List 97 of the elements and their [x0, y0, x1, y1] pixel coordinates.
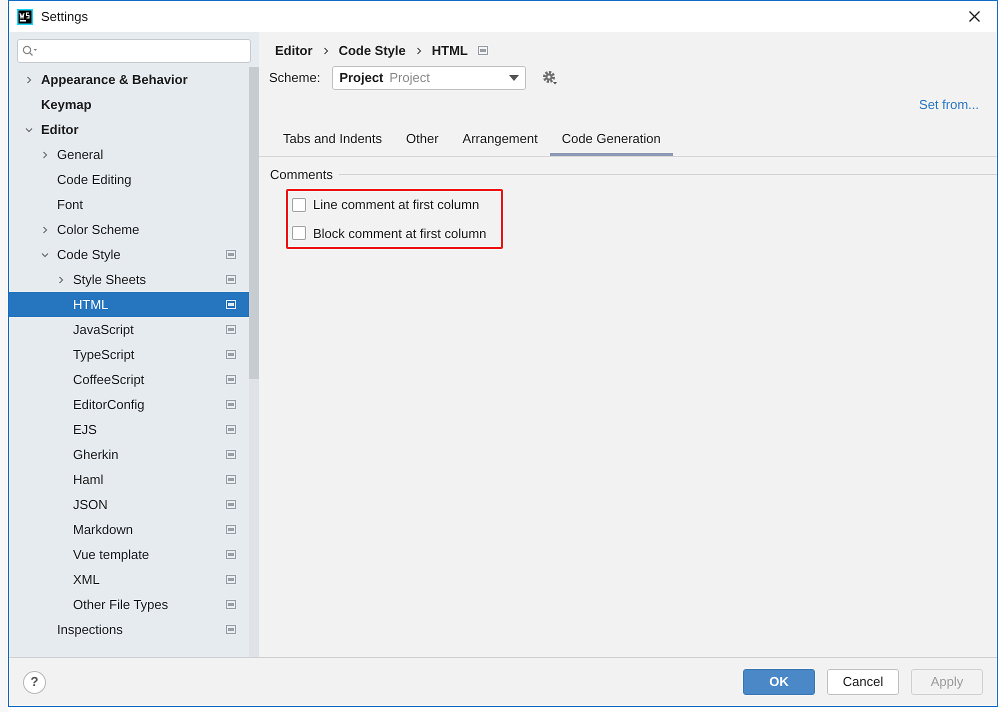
tree-item-label: Markdown: [73, 520, 134, 539]
breadcrumb-item: HTML: [432, 42, 468, 60]
search-icon: [22, 45, 38, 57]
checkbox-label: Line comment at first column: [313, 196, 480, 214]
checkbox-label: Block comment at first column: [313, 224, 486, 242]
help-button[interactable]: ?: [23, 670, 46, 694]
tree-item-label: General: [57, 146, 104, 164]
tree-item[interactable]: General: [9, 142, 249, 167]
chevron-right-icon: [322, 46, 329, 54]
caret-down-icon: [509, 75, 520, 81]
scrollbar[interactable]: [249, 67, 259, 657]
section-title: Comments: [270, 166, 333, 184]
ok-button[interactable]: OK: [743, 669, 815, 695]
tree-item-label: EJS: [73, 420, 98, 439]
copy-icon: [226, 425, 236, 434]
tree-item[interactable]: TypeScript: [9, 342, 249, 367]
tree-item[interactable]: EJS: [9, 417, 249, 442]
tree-item-label: Appearance & Behavior: [41, 70, 189, 89]
tree-item[interactable]: Appearance & Behavior: [9, 67, 249, 92]
tree-item-label: Style Sheets: [73, 270, 147, 289]
chevron-right-icon[interactable]: [41, 150, 49, 158]
close-icon: [968, 11, 980, 22]
tab[interactable]: Tabs and Indents: [271, 124, 394, 156]
copy-icon: [226, 300, 236, 309]
tree-item[interactable]: Other File Types: [9, 592, 249, 617]
set-from-link[interactable]: Set from...: [919, 95, 979, 114]
tree-item-label: XML: [73, 570, 101, 589]
tree-item[interactable]: Style Sheets: [9, 267, 249, 292]
tree-item[interactable]: Inspections: [9, 617, 249, 642]
copy-icon: [226, 325, 236, 334]
dialog-button[interactable]: Cancel: [827, 669, 899, 695]
copy-icon: [226, 575, 236, 584]
tree-item[interactable]: Vue template: [9, 542, 249, 567]
chevron-right-icon[interactable]: [25, 76, 33, 84]
app-logo-icon: [17, 8, 33, 24]
tree-item[interactable]: Haml: [9, 467, 249, 492]
tab[interactable]: Arrangement: [450, 124, 550, 156]
tree-item-label: HTML: [73, 296, 110, 314]
tree-item-label: JSON: [73, 496, 109, 514]
copy-icon: [226, 250, 236, 259]
tab[interactable]: Code Generation: [550, 124, 673, 156]
tree-item-label: EditorConfig: [73, 396, 146, 414]
tree-item-label: Other File Types: [73, 596, 170, 614]
copy-icon: [226, 525, 236, 534]
checkbox[interactable]: [292, 198, 306, 212]
tree-item-label: Editor: [41, 120, 80, 139]
copy-icon: [226, 450, 236, 459]
tree-item-label: Font: [57, 196, 84, 214]
copy-icon: [226, 550, 236, 559]
tree-item[interactable]: HTML: [9, 292, 249, 317]
tree-item-label: JavaScript: [73, 320, 135, 339]
tree-item[interactable]: CoffeeScript: [9, 367, 249, 392]
copy-icon: [226, 400, 236, 409]
tree-item[interactable]: EditorConfig: [9, 392, 249, 417]
tree-item[interactable]: Keymap: [9, 92, 249, 117]
tree-item[interactable]: Markdown: [9, 517, 249, 542]
tree-item-label: Vue template: [73, 546, 150, 564]
copy-icon: [226, 350, 236, 359]
copy-icon: [226, 475, 236, 484]
chevron-right-icon[interactable]: [57, 276, 65, 284]
tree-item-label: Code Style: [57, 246, 122, 264]
tab[interactable]: Other: [394, 124, 451, 156]
breadcrumb-item: Editor: [275, 42, 313, 60]
chevron-down-icon[interactable]: [41, 250, 49, 258]
copy-icon: [226, 500, 236, 509]
copy-icon: [226, 600, 236, 609]
chevron-right-icon: [416, 46, 422, 54]
checkbox[interactable]: [292, 226, 306, 240]
gear-icon[interactable]: [542, 70, 558, 86]
tree-item[interactable]: Font: [9, 192, 249, 217]
tree-item[interactable]: JSON: [9, 492, 249, 517]
chevron-right-icon[interactable]: [41, 226, 49, 234]
tree-item-label: Inspections: [57, 620, 124, 639]
copy-icon: [226, 275, 236, 284]
tree-item-label: Color Scheme: [57, 220, 140, 239]
tree-item[interactable]: Code Style: [9, 242, 249, 267]
tree-item[interactable]: XML: [9, 567, 249, 592]
tree-item-label: Code Editing: [57, 170, 132, 189]
tree-item[interactable]: Editor: [9, 117, 249, 142]
copy-icon: [478, 46, 488, 55]
tree-item-label: Haml: [73, 470, 104, 489]
search-field[interactable]: [17, 39, 251, 63]
tree-item[interactable]: Color Scheme: [9, 217, 249, 242]
copy-icon: [226, 625, 236, 634]
tree-item-label: TypeScript: [73, 346, 136, 364]
tree-item-label: CoffeeScript: [73, 370, 146, 389]
copy-icon: [226, 375, 236, 384]
tree-item[interactable]: Code Editing: [9, 167, 249, 192]
window-title: Settings: [41, 8, 88, 26]
scheme-label: Scheme:: [269, 69, 320, 88]
tree-item[interactable]: JavaScript: [9, 317, 249, 342]
breadcrumb-item: Code Style: [338, 42, 406, 60]
chevron-down-icon[interactable]: [25, 126, 33, 134]
tree-item[interactable]: Gherkin: [9, 442, 249, 467]
scheme-dropdown[interactable]: Project Project: [332, 66, 526, 90]
tree-item-label: Gherkin: [73, 446, 120, 464]
tree-item-label: Keymap: [41, 96, 93, 114]
